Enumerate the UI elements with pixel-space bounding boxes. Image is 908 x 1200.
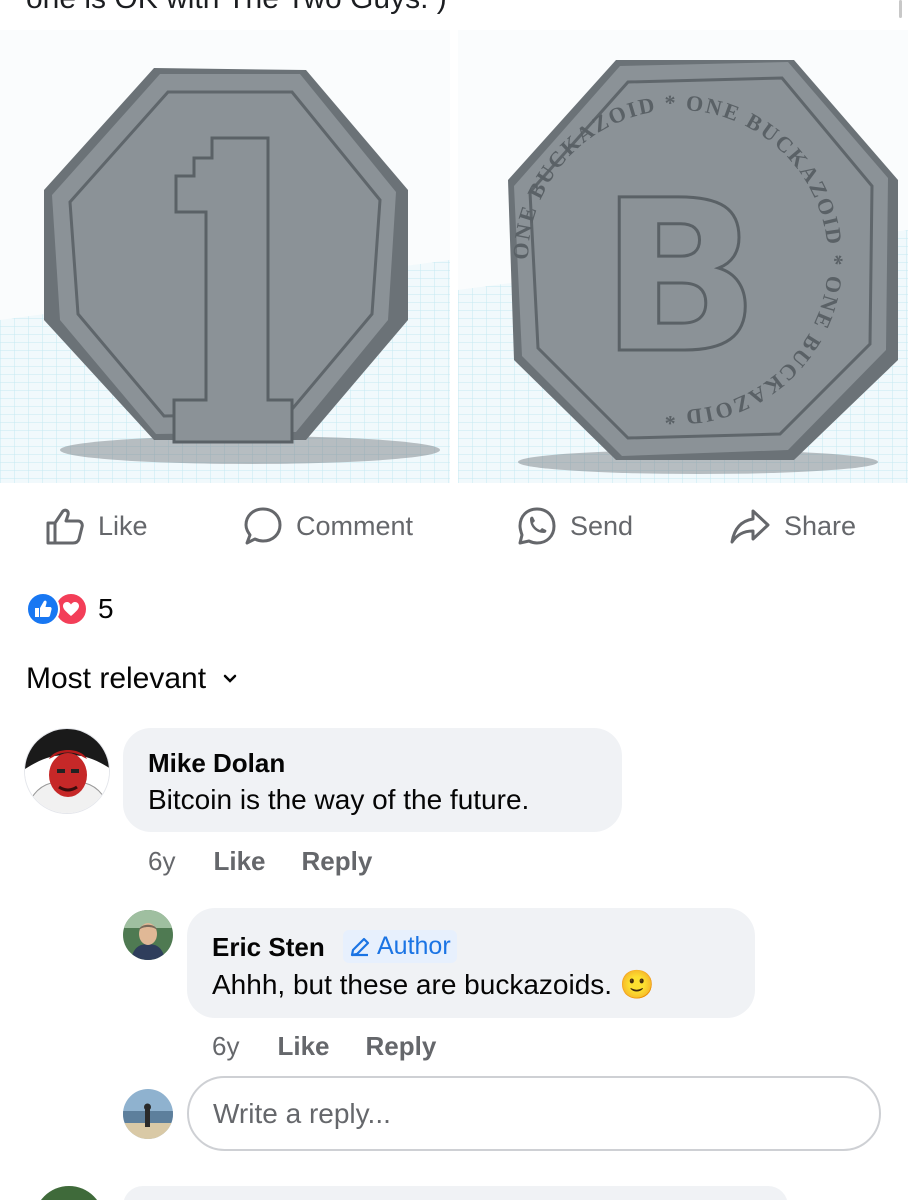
coin-back-render: ONE BUCKAZOID * ONE BUCKAZOID * ONE BUCK… (458, 30, 908, 483)
reply-text: Ahhh, but these are buckazoids. 🙂 (212, 969, 655, 1000)
chevron-down-icon (223, 674, 237, 683)
reaction-count: 5 (98, 593, 114, 624)
reply-input-placeholder: Write a reply... (213, 1097, 391, 1129)
like-icon (26, 592, 60, 626)
comment-label: Comment (296, 510, 414, 541)
share-label: Share (784, 510, 857, 541)
comment-timestamp: 6y (148, 846, 176, 876)
reply-meta: 6y Like Reply (212, 1031, 436, 1062)
comment-sort-selector[interactable]: Most relevant (26, 662, 238, 696)
comment-meta: 6y Like Reply (148, 846, 372, 877)
reply-reply-link[interactable]: Reply (366, 1031, 437, 1062)
share-button[interactable]: Share (728, 502, 856, 550)
reply-timestamp: 6y (212, 1031, 240, 1061)
thumbs-up-icon (46, 508, 84, 545)
reaction-summary[interactable]: 5 (26, 592, 114, 626)
author-badge-label: Author (377, 932, 451, 960)
whatsapp-icon (518, 507, 556, 545)
like-label: Like (98, 510, 148, 541)
post-photo-coin-back[interactable]: ONE BUCKAZOID * ONE BUCKAZOID * ONE BUCK… (458, 30, 908, 483)
speech-bubble-icon (244, 507, 282, 545)
comment-button[interactable]: Comment (242, 502, 413, 550)
author-badge: Author (343, 930, 457, 963)
reply-input[interactable]: Write a reply... (187, 1076, 881, 1151)
send-label: Send (570, 510, 634, 541)
comment-bubble-next[interactable] (123, 1186, 788, 1200)
share-arrow-icon (730, 509, 770, 544)
reply-bubble[interactable]: Eric Sten Author Ahhh, but these are buc… (187, 908, 755, 1018)
reply-like-link[interactable]: Like (277, 1031, 329, 1062)
post-caption: one is OK with The Two Guys. ) (26, 0, 447, 16)
comment-text: Bitcoin is the way of the future. (148, 784, 530, 815)
avatar-current-user (123, 1089, 173, 1139)
send-button[interactable]: Send (516, 502, 633, 550)
post-action-bar: Like Comment Send Share (0, 496, 908, 556)
scrollbar[interactable] (899, 0, 902, 18)
avatar-eric-sten[interactable] (123, 910, 173, 960)
avatar-mike-dolan[interactable] (24, 728, 110, 814)
post-photo-coin-front[interactable] (0, 30, 450, 483)
coin-front-render (0, 30, 450, 483)
comment-like-link[interactable]: Like (213, 846, 265, 877)
sort-label: Most relevant (26, 662, 207, 695)
coin-letter-b: B (600, 155, 760, 400)
avatar-next-commenter[interactable] (34, 1186, 104, 1200)
post-caption-strip: one is OK with The Two Guys. ) (0, 0, 908, 30)
comment-reply-link[interactable]: Reply (302, 846, 373, 877)
comment-author[interactable]: Mike Dolan (148, 748, 285, 779)
like-button[interactable]: Like (44, 502, 148, 550)
comment-bubble[interactable]: Mike Dolan Bitcoin is the way of the fut… (123, 728, 622, 832)
reply-author[interactable]: Eric Sten (212, 932, 325, 963)
pencil-icon (350, 937, 370, 956)
